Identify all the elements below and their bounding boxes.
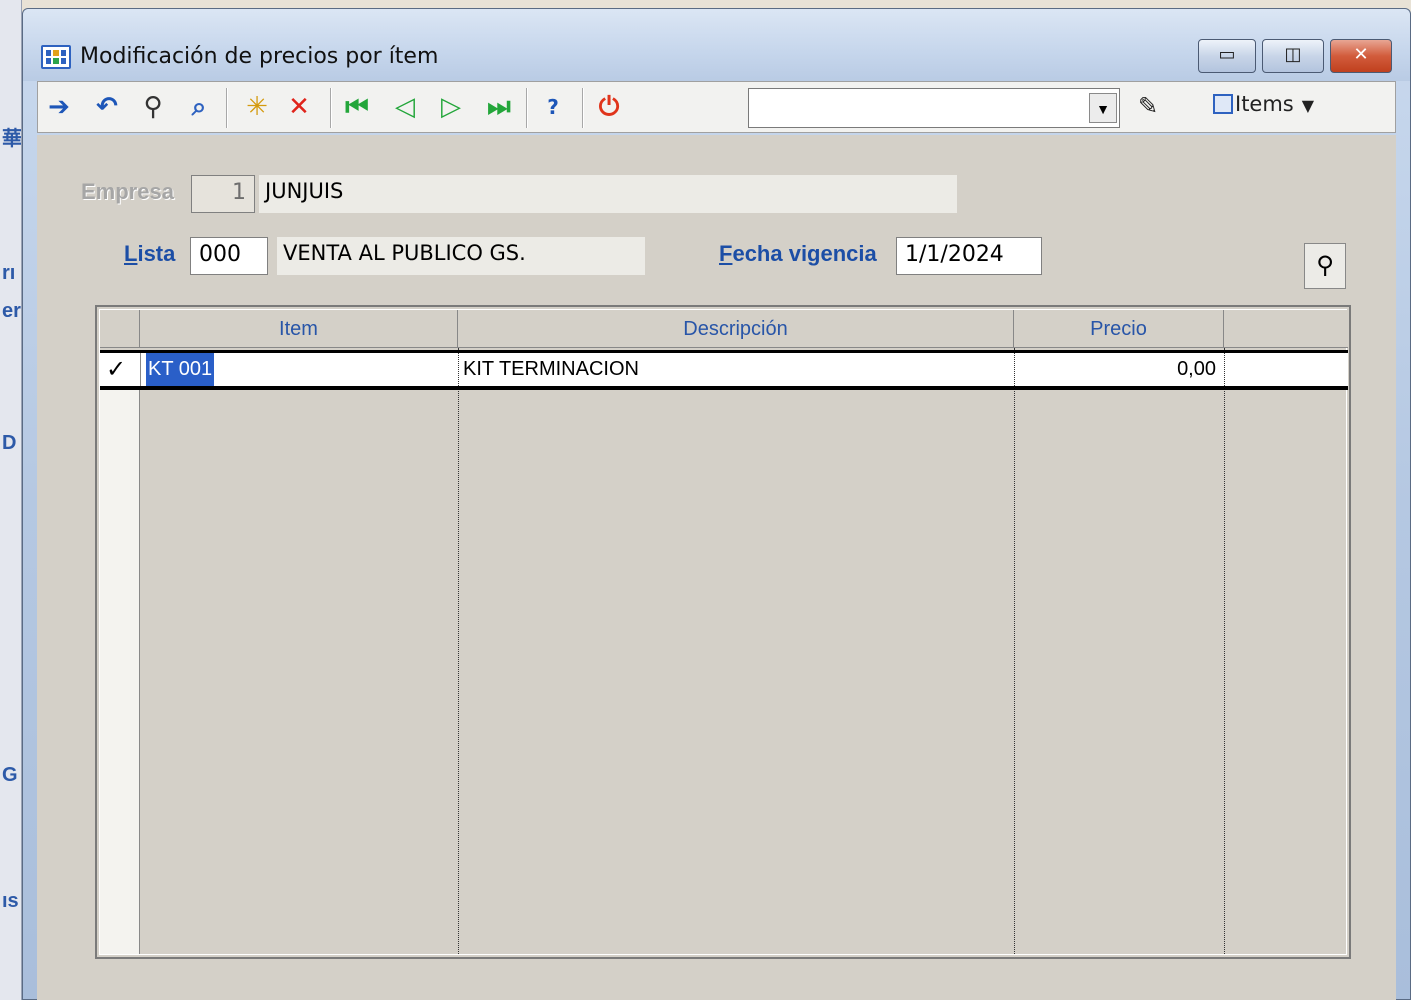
items-label: Items: [1235, 92, 1294, 116]
column-divider: [458, 353, 459, 386]
items-grid[interactable]: Item Descripción Precio ✓ KT 001 KIT TER…: [95, 305, 1351, 959]
lista-label-rest: ista: [137, 241, 176, 266]
column-divider: [1014, 353, 1015, 386]
cell-item[interactable]: KT 001: [146, 353, 215, 386]
items-menu-button[interactable]: Items ▼: [1213, 92, 1314, 124]
help-icon[interactable]: ?: [536, 90, 570, 124]
background-text: ıs: [2, 890, 19, 912]
column-header-precio[interactable]: Precio: [1014, 310, 1224, 348]
exit-icon[interactable]: ➔: [42, 90, 76, 124]
row-current-check-icon: ✓: [106, 355, 127, 383]
empresa-name: JUNJUIS: [259, 175, 957, 213]
close-icon: ✕: [1353, 44, 1369, 65]
window-title: Modificación de precios por ítem: [80, 44, 439, 69]
column-divider: [458, 348, 459, 954]
lista-label[interactable]: Lista: [124, 241, 175, 267]
caret-down-icon: ▼: [1301, 96, 1315, 115]
form-area: Empresa 1 JUNJUIS Lista 000 VENTA AL PUB…: [37, 135, 1396, 1000]
maximize-icon: ◫: [1284, 44, 1302, 65]
fecha-label-accesskey: F: [719, 241, 733, 266]
toolbar-combo[interactable]: ▼: [748, 88, 1120, 128]
background-text: er: [2, 300, 21, 322]
row-indicator-divider: [140, 353, 141, 386]
new-record-icon[interactable]: ✳: [240, 90, 274, 124]
column-header-descripcion[interactable]: Descripción: [458, 310, 1014, 348]
pencil-icon[interactable]: ✎: [1138, 92, 1158, 121]
maximize-button[interactable]: ◫: [1262, 39, 1324, 73]
lista-name: VENTA AL PUBLICO GS.: [277, 237, 645, 275]
toolbar-separator: [526, 88, 528, 128]
column-divider: [1224, 348, 1225, 954]
toolbar-separator: [582, 88, 584, 128]
toolbar-separator: [226, 88, 228, 128]
chevron-down-icon[interactable]: ▼: [1089, 93, 1117, 123]
grid-body: Item Descripción Precio ✓ KT 001 KIT TER…: [99, 309, 1348, 955]
column-header-blank: [1224, 310, 1348, 348]
items-grid-icon: [1213, 94, 1233, 114]
background-app-strip: 華 rı er D G ıs: [0, 0, 22, 1000]
column-divider: [1014, 348, 1015, 954]
toolbar-separator: [330, 88, 332, 128]
lista-code-field[interactable]: 000: [190, 237, 268, 275]
app-grid-icon: [41, 45, 71, 69]
row-indicator-column: [100, 390, 140, 954]
cell-precio[interactable]: 0,00: [1014, 353, 1216, 386]
fecha-vigencia-field[interactable]: 1/1/2024: [896, 237, 1042, 275]
column-divider: [1224, 353, 1225, 386]
undo-icon[interactable]: ↶: [90, 90, 124, 124]
empresa-label: Empresa: [81, 179, 174, 204]
first-record-icon[interactable]: ⏮: [340, 90, 374, 124]
lista-label-accesskey: L: [124, 241, 138, 266]
fecha-vigencia-label[interactable]: Fecha vigencia: [719, 241, 877, 267]
row-indicator-header: [100, 310, 140, 348]
search-button[interactable]: ⚲: [1304, 243, 1346, 289]
background-text: D: [2, 432, 17, 454]
empresa-code-field: 1: [191, 175, 255, 213]
close-button[interactable]: ✕: [1330, 39, 1392, 73]
toolbar: ➔ ↶ ⚲ ⌕ ✳ ✕ ⏮ ◁ ▷ ⏭ ? ⏻ ▼ ✎ Items ▼: [37, 81, 1396, 133]
magnifier-icon[interactable]: ⌕: [182, 90, 216, 124]
minimize-button[interactable]: ▭: [1198, 39, 1256, 73]
cell-descripcion[interactable]: KIT TERMINACION: [463, 353, 639, 386]
background-text: 華: [2, 128, 22, 150]
last-record-icon[interactable]: ⏭: [482, 90, 516, 124]
column-header-item[interactable]: Item: [140, 310, 458, 348]
title-bar[interactable]: Modificación de precios por ítem ▭ ◫ ✕: [23, 9, 1410, 81]
background-text: rı: [2, 262, 16, 284]
minimize-icon: ▭: [1218, 44, 1236, 65]
table-row[interactable]: ✓ KT 001 KIT TERMINACION 0,00: [100, 350, 1348, 390]
delete-icon[interactable]: ✕: [282, 90, 316, 124]
power-icon[interactable]: ⏻: [592, 90, 626, 124]
binoculars-icon: ⚲: [1316, 252, 1334, 279]
price-edit-window: Modificación de precios por ítem ▭ ◫ ✕ ➔…: [22, 8, 1411, 1000]
binoculars-icon[interactable]: ⚲: [136, 90, 170, 124]
next-record-icon[interactable]: ▷: [434, 90, 468, 124]
prev-record-icon[interactable]: ◁: [388, 90, 422, 124]
background-text: G: [2, 764, 18, 786]
fecha-label-rest: echa vigencia: [732, 241, 877, 266]
